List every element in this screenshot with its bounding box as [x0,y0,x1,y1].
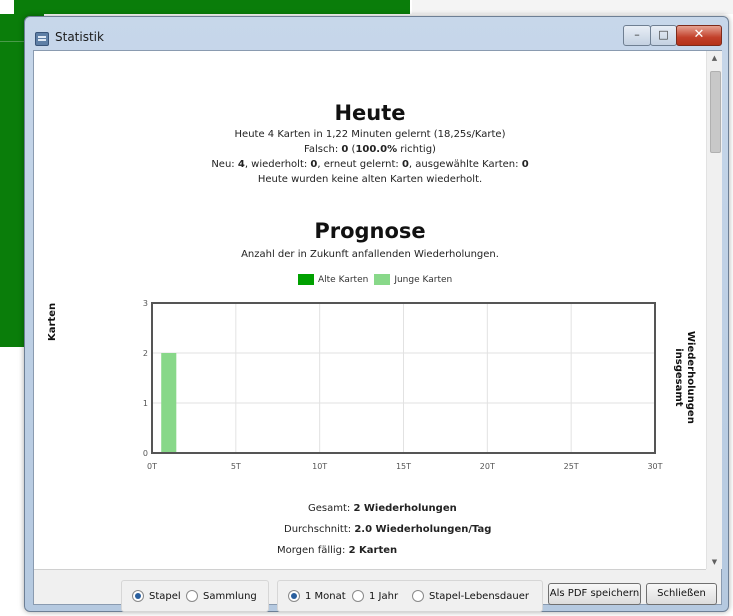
scope-group: Stapel Sammlung [121,580,269,612]
x-tick-label: 15T [396,462,411,471]
summary-total: Gesamt: 2 Wiederholungen [308,503,457,514]
legend-label-old: Alte Karten [318,274,369,285]
radio-dot-year[interactable] [352,590,364,602]
wrong-prefix: Falsch: [304,144,342,155]
scroll-thumb[interactable] [710,71,721,153]
relearn-count: 0 [401,159,409,170]
radio-dot-deck[interactable] [132,590,144,602]
forecast-heading: Prognose [314,219,426,243]
statistics-window: Statistik – □ ✕ Heute Heute 4 Karten in … [24,16,729,612]
statistics-content[interactable]: Heute Heute 4 Karten in 1,22 Minuten gel… [34,51,706,570]
background-window-fragment [14,0,410,14]
y-tick-label: 1 [143,399,148,408]
summary-average-value: 2.0 Wiederholungen/Tag [354,524,492,535]
radio-dot-lifetime[interactable] [412,590,424,602]
selected-count: 0 [521,159,529,170]
today-old-cards-line: Heute wurden keine alten Karten wiederho… [257,174,483,185]
y-axis-label-right-line1: Wiederholungen [685,331,696,424]
period-radio-lifetime[interactable]: Stapel-Lebensdauer [412,590,529,602]
save-pdf-button[interactable]: Als PDF speichern [548,583,641,605]
y-axis-label-right: Wiederholungen insgesamt [672,331,696,424]
period-label-lifetime: Stapel-Lebensdauer [429,590,529,602]
selected-prefix: , ausgewählte Karten: [408,159,522,170]
window-title: Statistik [55,30,104,44]
period-group: 1 Monat 1 Jahr Stapel-Lebensdauer [277,580,543,612]
x-tick-label: 10T [312,462,327,471]
scroll-up-arrow-icon[interactable]: ▲ [707,51,722,65]
close-window-button[interactable]: ✕ [676,25,722,46]
scope-label-deck: Stapel [149,590,181,602]
legend-swatch-old [298,274,314,285]
wrong-suffix: richtig) [397,144,436,155]
legend-label-young: Junge Karten [394,274,453,285]
today-counts-line: Neu: 4, wiederholt: 0, erneut gelernt: 0… [34,159,706,170]
summary-total-label: Gesamt: [308,503,354,514]
maximize-icon: □ [658,28,669,41]
x-tick-label: 0T [147,462,157,471]
scope-label-collection: Sammlung [203,590,257,602]
today-heading: Heute [334,101,406,125]
x-tick-label: 30T [647,462,662,471]
y-tick-label: 2 [143,349,148,358]
close-icon: ✕ [693,27,705,42]
period-radio-month[interactable]: 1 Monat [288,590,346,602]
radio-dot-month[interactable] [288,590,300,602]
minimize-icon: – [634,28,640,41]
correct-percentage: 100.0% [355,144,398,155]
period-label-month: 1 Monat [305,590,346,602]
x-tick-label: 20T [480,462,495,471]
statistics-app-icon [35,32,49,46]
summary-due: Morgen fällig: 2 Karten [277,545,397,556]
maximize-button[interactable]: □ [650,25,677,46]
new-prefix: Neu: [211,159,238,170]
summary-average: Durchschnitt: 2.0 Wiederholungen/Tag [284,524,491,535]
today-summary-line: Heute 4 Karten in 1,22 Minuten gelernt (… [234,129,506,140]
repeat-prefix: , wiederholt: [244,159,311,170]
scope-radio-deck[interactable]: Stapel [132,590,181,602]
scope-radio-collection[interactable]: Sammlung [186,590,257,602]
close-button[interactable]: Schließen [646,583,717,605]
client-area: Heute Heute 4 Karten in 1,22 Minuten gel… [33,50,722,612]
relearn-prefix: , erneut gelernt: [317,159,402,170]
today-wrong-line: Falsch: 0 (100.0% richtig) [34,144,706,155]
forecast-subtitle: Anzahl der in Zukunft anfallenden Wieder… [241,249,499,260]
summary-average-label: Durchschnitt: [284,524,355,535]
scroll-down-arrow-icon[interactable]: ▼ [707,555,722,569]
y-tick-label: 0 [143,449,148,458]
x-tick-label: 25T [564,462,579,471]
minimize-button[interactable]: – [623,25,651,46]
y-tick-label: 3 [143,299,148,308]
summary-due-value: 2 Karten [348,545,398,556]
radio-dot-collection[interactable] [186,590,198,602]
title-bar[interactable]: Statistik – □ ✕ [25,17,728,50]
bar-junge-karten [161,353,177,453]
new-count: 4 [237,159,245,170]
chart-legend: Alte Karten Junge Karten [298,274,458,285]
legend-item-young: Junge Karten [374,274,452,285]
period-label-year: 1 Jahr [369,590,399,602]
legend-item-old: Alte Karten [298,274,368,285]
x-tick-label: 5T [231,462,241,471]
forecast-chart: 0T 5T 10T 15T 20T 25T 30T 0 1 2 3 [143,299,663,471]
legend-swatch-young [374,274,391,285]
background-window-fragment-right [412,0,733,14]
summary-total-value: 2 Wiederholungen [353,503,457,514]
period-radio-year[interactable]: 1 Jahr [352,590,398,602]
vertical-scrollbar[interactable]: ▲ ▼ [706,51,722,569]
y-axis-label-right-line2: insgesamt [673,348,684,407]
summary-due-label: Morgen fällig: [277,545,349,556]
y-axis-label-left: Karten [47,302,58,341]
